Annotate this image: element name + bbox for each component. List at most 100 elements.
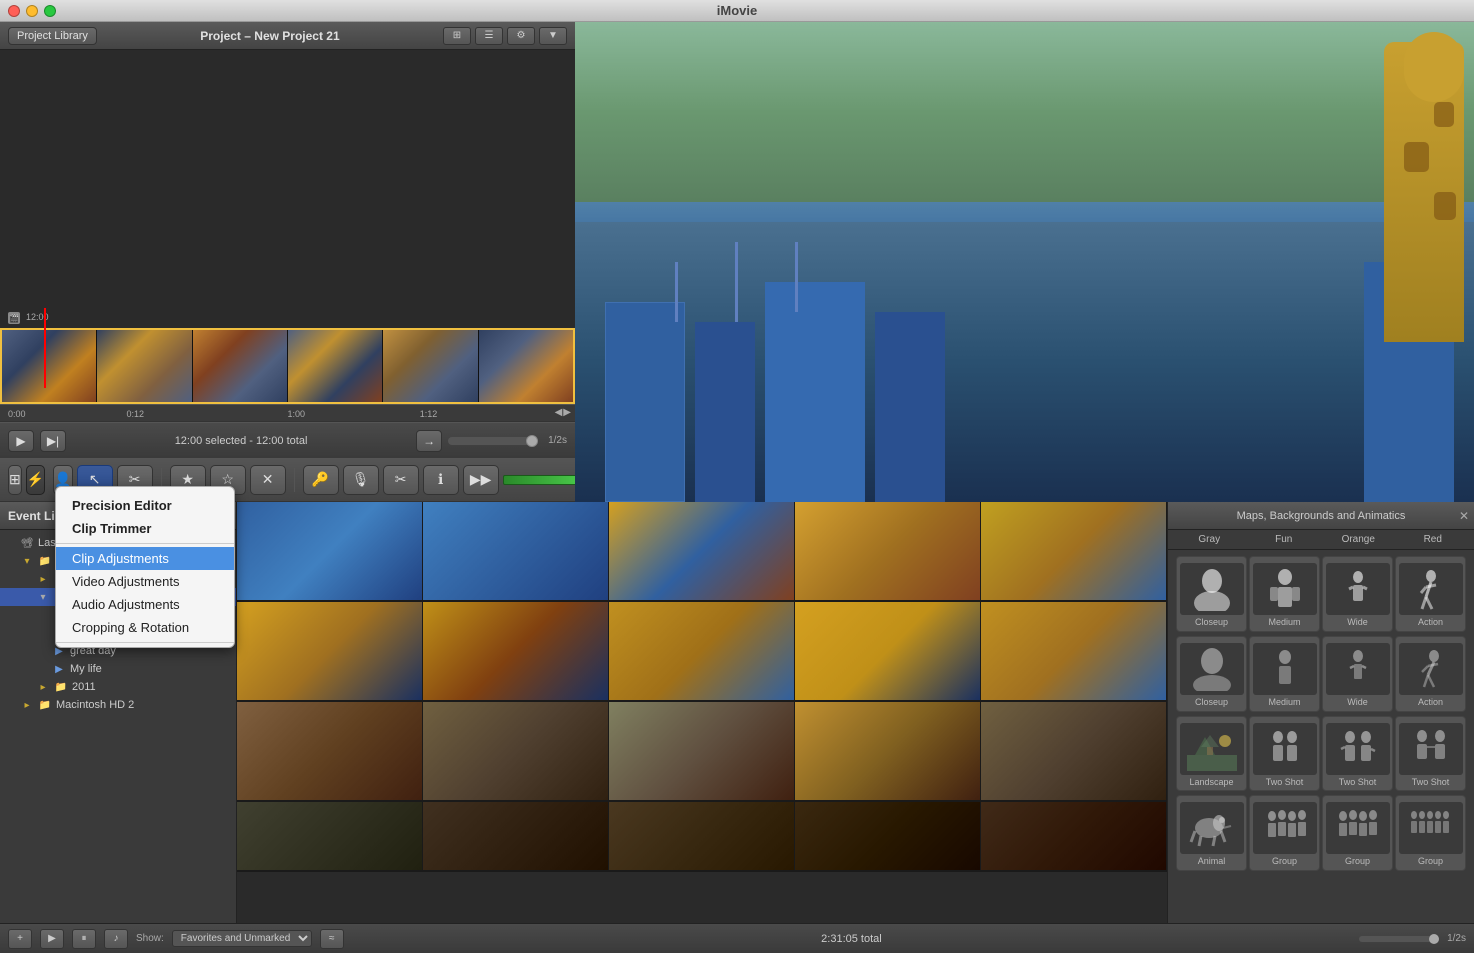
thumb-4-4[interactable] [795, 802, 981, 870]
close-button[interactable] [8, 5, 20, 17]
play-button[interactable]: ▶ [8, 430, 34, 452]
close-right-panel-button[interactable]: ✕ [1454, 502, 1474, 530]
thumb-animal[interactable]: Animal [1176, 795, 1247, 871]
triangle-right-icon-hd2: ▸ [20, 698, 34, 712]
project-bar: Project Library Project – New Project 21… [0, 22, 575, 50]
tree-item-2011[interactable]: ▸ 📁 2011 [0, 678, 236, 696]
thumb-2-5[interactable] [981, 602, 1167, 700]
minimize-button[interactable] [26, 5, 38, 17]
category-row-2: Closeup Medium [1172, 634, 1470, 714]
thumb-landscape[interactable]: Landscape [1176, 716, 1247, 792]
wide-label-2: Wide [1347, 697, 1368, 708]
thumb-twoshot-2[interactable]: Two Shot [1322, 716, 1393, 792]
thumb-group-2[interactable]: Group [1322, 795, 1393, 871]
clip-trimmer-label[interactable]: Clip Trimmer [56, 517, 234, 540]
thumb-2-4[interactable] [795, 602, 981, 700]
thumb-4-1[interactable] [237, 802, 423, 870]
clip-icon: 🎬 [8, 312, 20, 324]
thumb-3-2[interactable] [423, 702, 609, 800]
thumb-twoshot-1[interactable]: Two Shot [1249, 716, 1320, 792]
ruler-next-btn[interactable]: ▶ [563, 407, 571, 418]
thumb-4-3[interactable] [609, 802, 795, 870]
color-label-fun: Fun [1251, 534, 1318, 545]
thumb-action-2[interactable]: Action [1395, 636, 1466, 712]
thumb-3-4[interactable] [795, 702, 981, 800]
mast-2 [735, 242, 738, 322]
zoom-slider-track[interactable] [448, 437, 538, 445]
thumb-4-2[interactable] [423, 802, 609, 870]
cropping-rotation-item[interactable]: Cropping & Rotation [56, 616, 234, 639]
ruler-prev-btn[interactable]: ◀ [555, 407, 563, 418]
project-more-btn[interactable]: ▼ [539, 27, 567, 45]
clip-thumb-1 [2, 330, 97, 402]
thumb-1-3[interactable] [609, 502, 795, 600]
group-label-1: Group [1272, 856, 1297, 867]
tree-item-macintosh-hd2[interactable]: ▸ 📁 Macintosh HD 2 [0, 696, 236, 714]
view-clips-btn[interactable]: ⊞ [8, 465, 22, 495]
play-full-button[interactable]: ▶| [40, 430, 66, 452]
thumb-medium-2[interactable]: Medium [1249, 636, 1320, 712]
thumb-3-1[interactable] [237, 702, 423, 800]
audio-level-bar [503, 475, 583, 485]
thumb-group-1[interactable]: Group [1249, 795, 1320, 871]
pause-event-btn[interactable]: ⏸ [72, 929, 96, 949]
add-to-project-btn[interactable]: + [8, 929, 32, 949]
thumb-1-1[interactable] [237, 502, 423, 600]
playhead [44, 308, 46, 388]
project-view-btn2[interactable]: ☰ [475, 27, 503, 45]
project-settings-btn[interactable]: ⚙ [507, 27, 535, 45]
thumb-closeup-1[interactable]: Closeup [1176, 556, 1247, 632]
reject-btn[interactable]: ✕ [250, 465, 286, 495]
zoom-thumb-bottom[interactable] [1429, 934, 1439, 944]
thumb-2-2[interactable] [423, 602, 609, 700]
clip-strip[interactable] [0, 328, 575, 404]
show-select[interactable]: Favorites and Unmarked [172, 930, 312, 947]
thumb-closeup-2[interactable]: Closeup [1176, 636, 1247, 712]
thumb-3-3[interactable] [609, 702, 795, 800]
crop-btn[interactable]: ✂ [383, 465, 419, 495]
twoshot-icon-3 [1399, 723, 1463, 775]
thumb-wide-2[interactable]: Wide [1322, 636, 1393, 712]
thumb-medium-1[interactable]: Medium [1249, 556, 1320, 632]
thumb-2-3[interactable] [609, 602, 795, 700]
show-mode-btn[interactable]: ≈ [320, 929, 344, 949]
precision-editor-label[interactable]: Precision Editor [56, 494, 234, 517]
thumb-3-5[interactable] [981, 702, 1167, 800]
thumb-group-3[interactable]: Group [1395, 795, 1466, 871]
mic-btn[interactable]: 🎙 [343, 465, 379, 495]
audio-event-btn[interactable]: ♪ [104, 929, 128, 949]
arrow-btn[interactable]: → [416, 430, 442, 452]
thumb-1-5[interactable] [981, 502, 1167, 600]
thumb-row-1 [237, 502, 1167, 602]
thumb-2-1[interactable] [237, 602, 423, 700]
window-controls[interactable] [8, 5, 56, 17]
thumb-row-3 [237, 702, 1167, 802]
video-adjustments-item[interactable]: Video Adjustments [56, 570, 234, 593]
thumb-wide-1[interactable]: Wide [1322, 556, 1393, 632]
info-btn[interactable]: ℹ [423, 465, 459, 495]
key-btn[interactable]: 🔑 [303, 465, 339, 495]
landscape-label: Landscape [1189, 777, 1233, 788]
triangle-right-icon-2011: ▸ [36, 680, 50, 694]
project-library-button[interactable]: Project Library [8, 27, 97, 45]
project-view-btn1[interactable]: ⊞ [443, 27, 471, 45]
clip-adjustments-item[interactable]: Clip Adjustments [56, 547, 234, 570]
maximize-button[interactable] [44, 5, 56, 17]
zoom-slider-bottom[interactable] [1359, 936, 1439, 942]
show-label: Show: [136, 933, 164, 944]
view-timeline-btn[interactable]: ⚡ [26, 465, 45, 495]
thumb-action-1[interactable]: Action [1395, 556, 1466, 632]
giraffe-head [1404, 32, 1464, 102]
category-row-3: Landscape Two Shot [1172, 714, 1470, 794]
video-view-btn[interactable]: ▶▶ [463, 465, 499, 495]
thumb-1-4[interactable] [795, 502, 981, 600]
thumb-twoshot-3[interactable]: Two Shot [1395, 716, 1466, 792]
audio-adjustments-item[interactable]: Audio Adjustments [56, 593, 234, 616]
play-event-btn[interactable]: ▶ [40, 929, 64, 949]
zoom-slider-thumb[interactable] [526, 435, 538, 447]
tree-item-my-life[interactable]: ▶ My life [0, 660, 236, 678]
project-controls: ⊞ ☰ ⚙ ▼ [443, 27, 567, 45]
landscape-icon [1180, 723, 1244, 775]
thumb-1-2[interactable] [423, 502, 609, 600]
thumb-4-5[interactable] [981, 802, 1167, 870]
